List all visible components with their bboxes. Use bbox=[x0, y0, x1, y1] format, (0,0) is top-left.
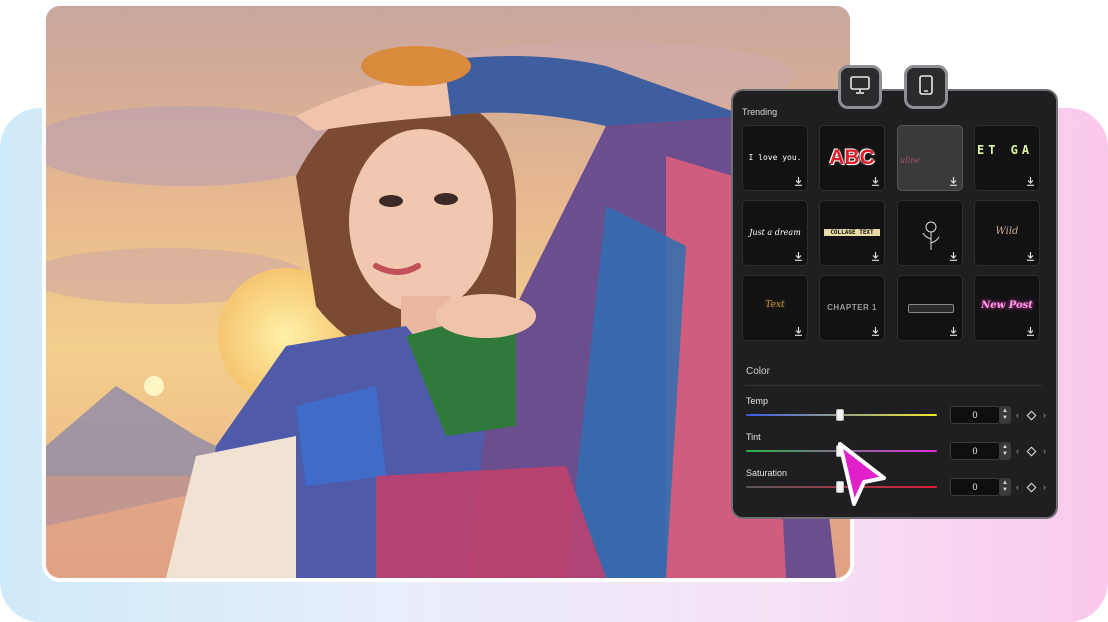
tint-label: Tint bbox=[746, 432, 761, 442]
download-icon bbox=[793, 326, 804, 337]
chevron-up-icon[interactable]: ▲ bbox=[1002, 444, 1008, 451]
tile-rose[interactable] bbox=[897, 200, 963, 266]
monitor-icon bbox=[850, 75, 870, 99]
keyframe-diamond-icon[interactable] bbox=[1026, 482, 1036, 492]
chevron-left-icon[interactable]: ‹ bbox=[1016, 446, 1019, 456]
tile-new-post[interactable]: New Post bbox=[974, 275, 1040, 341]
tile-script-pink[interactable]: uline bbox=[897, 125, 963, 191]
tile-chapter-1[interactable]: CHAPTER 1 bbox=[819, 275, 885, 341]
editor-panel: Trending I love you. ABC uline ET GA Jus… bbox=[731, 89, 1058, 519]
color-section-title: Color bbox=[746, 366, 770, 377]
keyframe-diamond-icon[interactable] bbox=[1026, 446, 1036, 456]
tile-abc[interactable]: ABC bbox=[819, 125, 885, 191]
tile-collage[interactable]: COLLAGE TEXT bbox=[819, 200, 885, 266]
trending-title: Trending bbox=[742, 107, 778, 117]
download-icon bbox=[870, 176, 881, 187]
temp-stepper[interactable]: ▲ ▼ bbox=[999, 406, 1011, 424]
chevron-down-icon[interactable]: ▼ bbox=[1002, 487, 1008, 494]
temp-value-input[interactable]: 0 bbox=[950, 406, 1000, 424]
mobile-view-button[interactable] bbox=[904, 65, 948, 109]
chevron-down-icon[interactable]: ▼ bbox=[1002, 415, 1008, 422]
download-icon bbox=[793, 251, 804, 262]
temp-keyframe-controls: ‹ › bbox=[1016, 406, 1046, 424]
chevron-up-icon[interactable]: ▲ bbox=[1002, 480, 1008, 487]
download-icon bbox=[948, 326, 959, 337]
download-icon bbox=[793, 176, 804, 187]
download-icon bbox=[870, 251, 881, 262]
tile-i-love-you[interactable]: I love you. bbox=[742, 125, 808, 191]
saturation-stepper[interactable]: ▲ ▼ bbox=[999, 478, 1011, 496]
temp-label: Temp bbox=[746, 396, 769, 406]
download-icon bbox=[1025, 176, 1036, 187]
tile-set-gam[interactable]: ET GA bbox=[974, 125, 1040, 191]
download-icon bbox=[1025, 251, 1036, 262]
chevron-down-icon[interactable]: ▼ bbox=[1002, 451, 1008, 458]
tint-value-input[interactable]: 0 bbox=[950, 442, 1000, 460]
download-icon bbox=[870, 326, 881, 337]
tint-stepper[interactable]: ▲ ▼ bbox=[999, 442, 1011, 460]
chevron-up-icon[interactable]: ▲ bbox=[1002, 408, 1008, 415]
chevron-right-icon[interactable]: › bbox=[1043, 410, 1046, 420]
bar-shape bbox=[908, 304, 954, 313]
desktop-view-button[interactable] bbox=[838, 65, 882, 109]
chevron-left-icon[interactable]: ‹ bbox=[1016, 410, 1019, 420]
chevron-right-icon[interactable]: › bbox=[1043, 482, 1046, 492]
pointer-cursor-icon bbox=[834, 440, 890, 515]
tile-glitter[interactable]: Text bbox=[742, 275, 808, 341]
divider bbox=[745, 385, 1042, 386]
rose-icon bbox=[920, 219, 942, 256]
phone-icon bbox=[919, 74, 933, 100]
saturation-label: Saturation bbox=[746, 468, 788, 478]
tint-keyframe-controls: ‹ › bbox=[1016, 442, 1046, 460]
chevron-right-icon[interactable]: › bbox=[1043, 446, 1046, 456]
saturation-value-input[interactable]: 0 bbox=[950, 478, 1000, 496]
download-icon bbox=[1025, 326, 1036, 337]
saturation-keyframe-controls: ‹ › bbox=[1016, 478, 1046, 496]
download-icon bbox=[948, 176, 959, 187]
tile-bar[interactable] bbox=[897, 275, 963, 341]
tile-wild[interactable]: Wild bbox=[974, 200, 1040, 266]
tile-just-a-dream[interactable]: Just a dream bbox=[742, 200, 808, 266]
temp-slider-handle[interactable] bbox=[836, 409, 844, 421]
chevron-left-icon[interactable]: ‹ bbox=[1016, 482, 1019, 492]
download-icon bbox=[948, 251, 959, 262]
keyframe-diamond-icon[interactable] bbox=[1026, 410, 1036, 420]
